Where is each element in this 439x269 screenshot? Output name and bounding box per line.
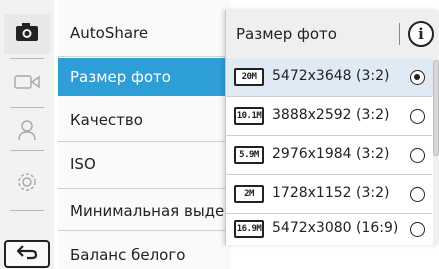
menu-item-iso[interactable]: ISO — [58, 145, 231, 183]
radio-button[interactable] — [410, 70, 425, 85]
popup-header: Размер фото i — [226, 10, 439, 58]
rail-divider — [10, 150, 44, 151]
popup-scrollbar[interactable] — [433, 58, 439, 245]
settings-menu: AutoShare Размер фото Качество ISO Миним… — [58, 0, 231, 269]
person-icon — [17, 119, 37, 145]
menu-divider — [58, 230, 231, 231]
size-option-label: 5472x3648 (3:2) — [272, 68, 390, 84]
size-16-9m-icon: 16.9M — [234, 220, 264, 238]
size-option-label: 3888x2592 (3:2) — [272, 107, 390, 123]
menu-divider — [58, 56, 231, 57]
menu-item-label: Качество — [70, 111, 143, 129]
menu-item-min-shutter[interactable]: Минимальная выдер — [58, 192, 231, 230]
info-button[interactable]: i — [408, 21, 434, 47]
menu-item-label: Баланс белого — [70, 246, 186, 264]
back-arrow-icon — [16, 244, 38, 264]
menu-item-label: Размер фото — [70, 68, 171, 86]
menu-item-autoshare[interactable]: AutoShare — [58, 14, 231, 52]
size-5-9m-icon: 5.9M — [234, 146, 264, 164]
menu-item-label: ISO — [70, 155, 96, 173]
radio-button[interactable] — [410, 222, 425, 237]
mode-rail — [0, 0, 54, 269]
menu-item-white-balance[interactable]: Баланс белого — [58, 236, 231, 269]
camera-icon — [15, 22, 39, 46]
size-20m-icon: 20M — [234, 68, 264, 86]
menu-divider — [58, 141, 231, 142]
size-option-row[interactable]: 16.9M 5472x3080 (16:9) — [226, 210, 436, 248]
menu-item-quality[interactable]: Качество — [58, 101, 231, 139]
back-button[interactable] — [4, 240, 50, 268]
size-2m-icon: 2M — [234, 185, 264, 203]
menu-item-label: Минимальная выдер — [70, 202, 231, 220]
radio-button[interactable] — [410, 109, 425, 124]
scrollbar-thumb[interactable] — [433, 60, 439, 156]
video-icon — [14, 74, 40, 94]
info-icon: i — [418, 25, 424, 43]
size-option-row[interactable]: 20M 5472x3648 (3:2) — [226, 58, 436, 96]
header-divider — [399, 23, 400, 45]
settings-mode-tab[interactable] — [4, 164, 50, 204]
photo-size-popup: Размер фото i 20M 5472x3648 (3:2) 10.1M … — [225, 10, 439, 245]
menu-item-photo-size[interactable]: Размер фото — [58, 58, 231, 96]
size-option-label: 1728x1152 (3:2) — [272, 185, 390, 201]
video-mode-tab[interactable] — [4, 64, 50, 104]
popup-title: Размер фото — [236, 25, 337, 43]
size-option-label: 2976x1984 (3:2) — [272, 146, 390, 162]
size-option-row[interactable]: 5.9M 2976x1984 (3:2) — [226, 136, 436, 174]
settings-icon — [16, 171, 38, 197]
size-option-row[interactable]: 2M 1728x1152 (3:2) — [226, 175, 436, 213]
size-10m-icon: 10.1M — [234, 107, 264, 125]
rail-divider — [10, 58, 44, 59]
rail-divider — [10, 210, 44, 211]
radio-button[interactable] — [410, 187, 425, 202]
menu-divider — [58, 188, 231, 189]
camera-mode-tab[interactable] — [4, 14, 50, 54]
radio-button[interactable] — [410, 148, 425, 163]
size-option-label: 5472x3080 (16:9) — [272, 220, 399, 236]
rail-divider — [10, 107, 44, 108]
custom-mode-tab[interactable] — [4, 112, 50, 152]
menu-item-label: AutoShare — [70, 24, 149, 42]
size-option-row[interactable]: 10.1M 3888x2592 (3:2) — [226, 97, 436, 135]
